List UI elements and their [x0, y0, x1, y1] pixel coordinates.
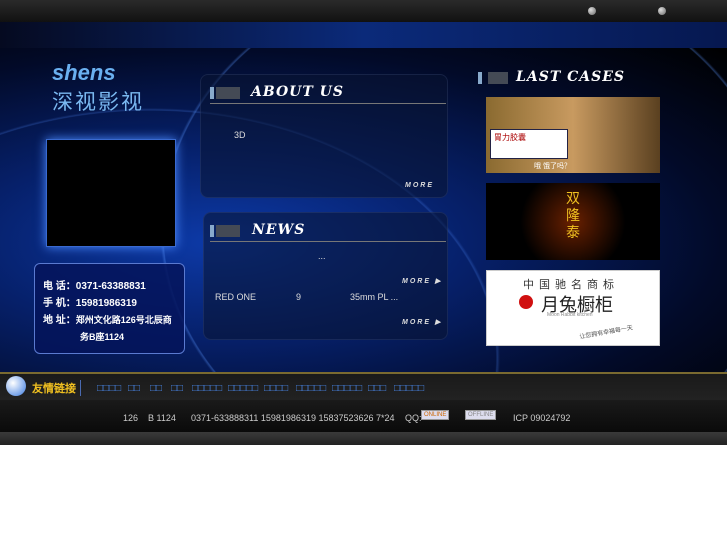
case2-text: 双隆泰 [566, 191, 580, 241]
qq-label: QQ: [405, 413, 422, 423]
case3-slogan: 让您拥有幸福每一天 [579, 325, 634, 341]
more-label: MORE [402, 319, 431, 326]
mobile: 15981986319 [75, 298, 137, 309]
qq-offline-button[interactable]: OFFLINE [465, 410, 497, 420]
title-bar-icon [210, 225, 214, 237]
more-label: MORE [402, 278, 431, 285]
moon-logo-icon [519, 295, 533, 309]
footer-address: 126 B 1124 [123, 413, 176, 423]
news-title: NEWS [252, 222, 306, 238]
friend-link[interactable]: □□□□ [264, 383, 288, 394]
title-box-icon [216, 225, 240, 237]
about-panel: ABOUT US 3D MORE [200, 74, 448, 198]
friend-link[interactable]: □□□□□ [332, 383, 362, 394]
friend-link[interactable]: □□□□□ [228, 383, 258, 394]
about-text: 3D [234, 130, 246, 140]
header-strip [0, 22, 727, 48]
friend-link[interactable]: □□ [128, 383, 140, 394]
tel-label: 电 话： [43, 281, 76, 292]
qq-online-button[interactable]: ONLINE [421, 410, 450, 420]
logo-brand: shens [52, 60, 116, 85]
case-image-1[interactable]: 胃力胶囊 哦 饿了吗？ [486, 97, 660, 173]
about-more-link[interactable]: MORE [405, 182, 434, 189]
addr-label: 地 址： [43, 315, 76, 326]
title-bar-icon [210, 87, 214, 99]
case3-en: Moon Rabbit kitchen [547, 312, 593, 318]
links-label: 友情链接 [32, 380, 81, 396]
news-item[interactable]: ... [318, 251, 326, 261]
case-image-2[interactable]: 双隆泰 [486, 183, 660, 260]
friend-link[interactable]: □□ [171, 383, 183, 394]
footer: 126 B 1124 0371-633888311 15981986319 15… [0, 400, 727, 432]
links-bar: 友情链接 □□□□ □□ □□ □□ □□□□□ □□□□□ □□□□ □□□□… [0, 372, 727, 400]
friend-link[interactable]: □□ [150, 383, 162, 394]
product-box: 胃力胶囊 [490, 129, 568, 159]
dot-icon [658, 7, 666, 15]
case3-top: 中国驰名商标 [523, 279, 619, 291]
contact-box: 电 话：0371-63388831 手 机：15981986319 地 址：郑州… [34, 263, 185, 354]
news-panel: NEWS ... MORE ▶ RED ONE 9 35mm PL ... MO… [203, 212, 448, 340]
friend-link[interactable]: □□□ [368, 383, 386, 394]
news-more-link[interactable]: MORE ▶ [402, 277, 442, 285]
about-title: ABOUT US [251, 84, 344, 100]
video-player[interactable] [46, 139, 176, 247]
logo[interactable]: shens 深视影视 [52, 60, 144, 116]
friend-link[interactable]: □□□□□ [296, 383, 326, 394]
friend-link[interactable]: □□□□ [97, 383, 121, 394]
mobile-label: 手 机： [43, 298, 76, 309]
case1-caption: 哦 饿了吗？ [534, 163, 571, 170]
news-item-c[interactable]: 35mm PL ... [350, 292, 398, 302]
bottom-bar [0, 432, 727, 445]
title-box-icon [216, 87, 240, 99]
top-bar [0, 0, 727, 22]
news-item-b: 9 [296, 292, 302, 302]
icp-number[interactable]: ICP 09024792 [513, 413, 570, 423]
friend-link[interactable]: □□□□□ [394, 383, 424, 394]
divider [210, 241, 446, 242]
news-item-a[interactable]: RED ONE [215, 292, 256, 302]
case-image-3[interactable]: 中国驰名商标 月兔橱柜 Moon Rabbit kitchen 让您拥有幸福每一… [486, 270, 660, 346]
footer-phones: 0371-633888311 15981986319 15837523626 7… [191, 413, 395, 423]
title-box-icon [488, 72, 508, 84]
news-more-link[interactable]: MORE ▶ [402, 318, 442, 326]
dot-icon [588, 7, 596, 15]
friend-link[interactable]: □□□□□ [192, 383, 222, 394]
cases-title: LAST CASES [516, 69, 626, 85]
title-bar-icon [478, 72, 482, 84]
globe-icon [6, 376, 26, 396]
address-line2: 务B座1124 [80, 332, 125, 342]
logo-cn: 深视影视 [52, 91, 144, 114]
divider [210, 103, 446, 104]
tel: 0371-63388831 [75, 281, 146, 292]
address: 郑州文化路126号北辰商 [75, 315, 172, 325]
